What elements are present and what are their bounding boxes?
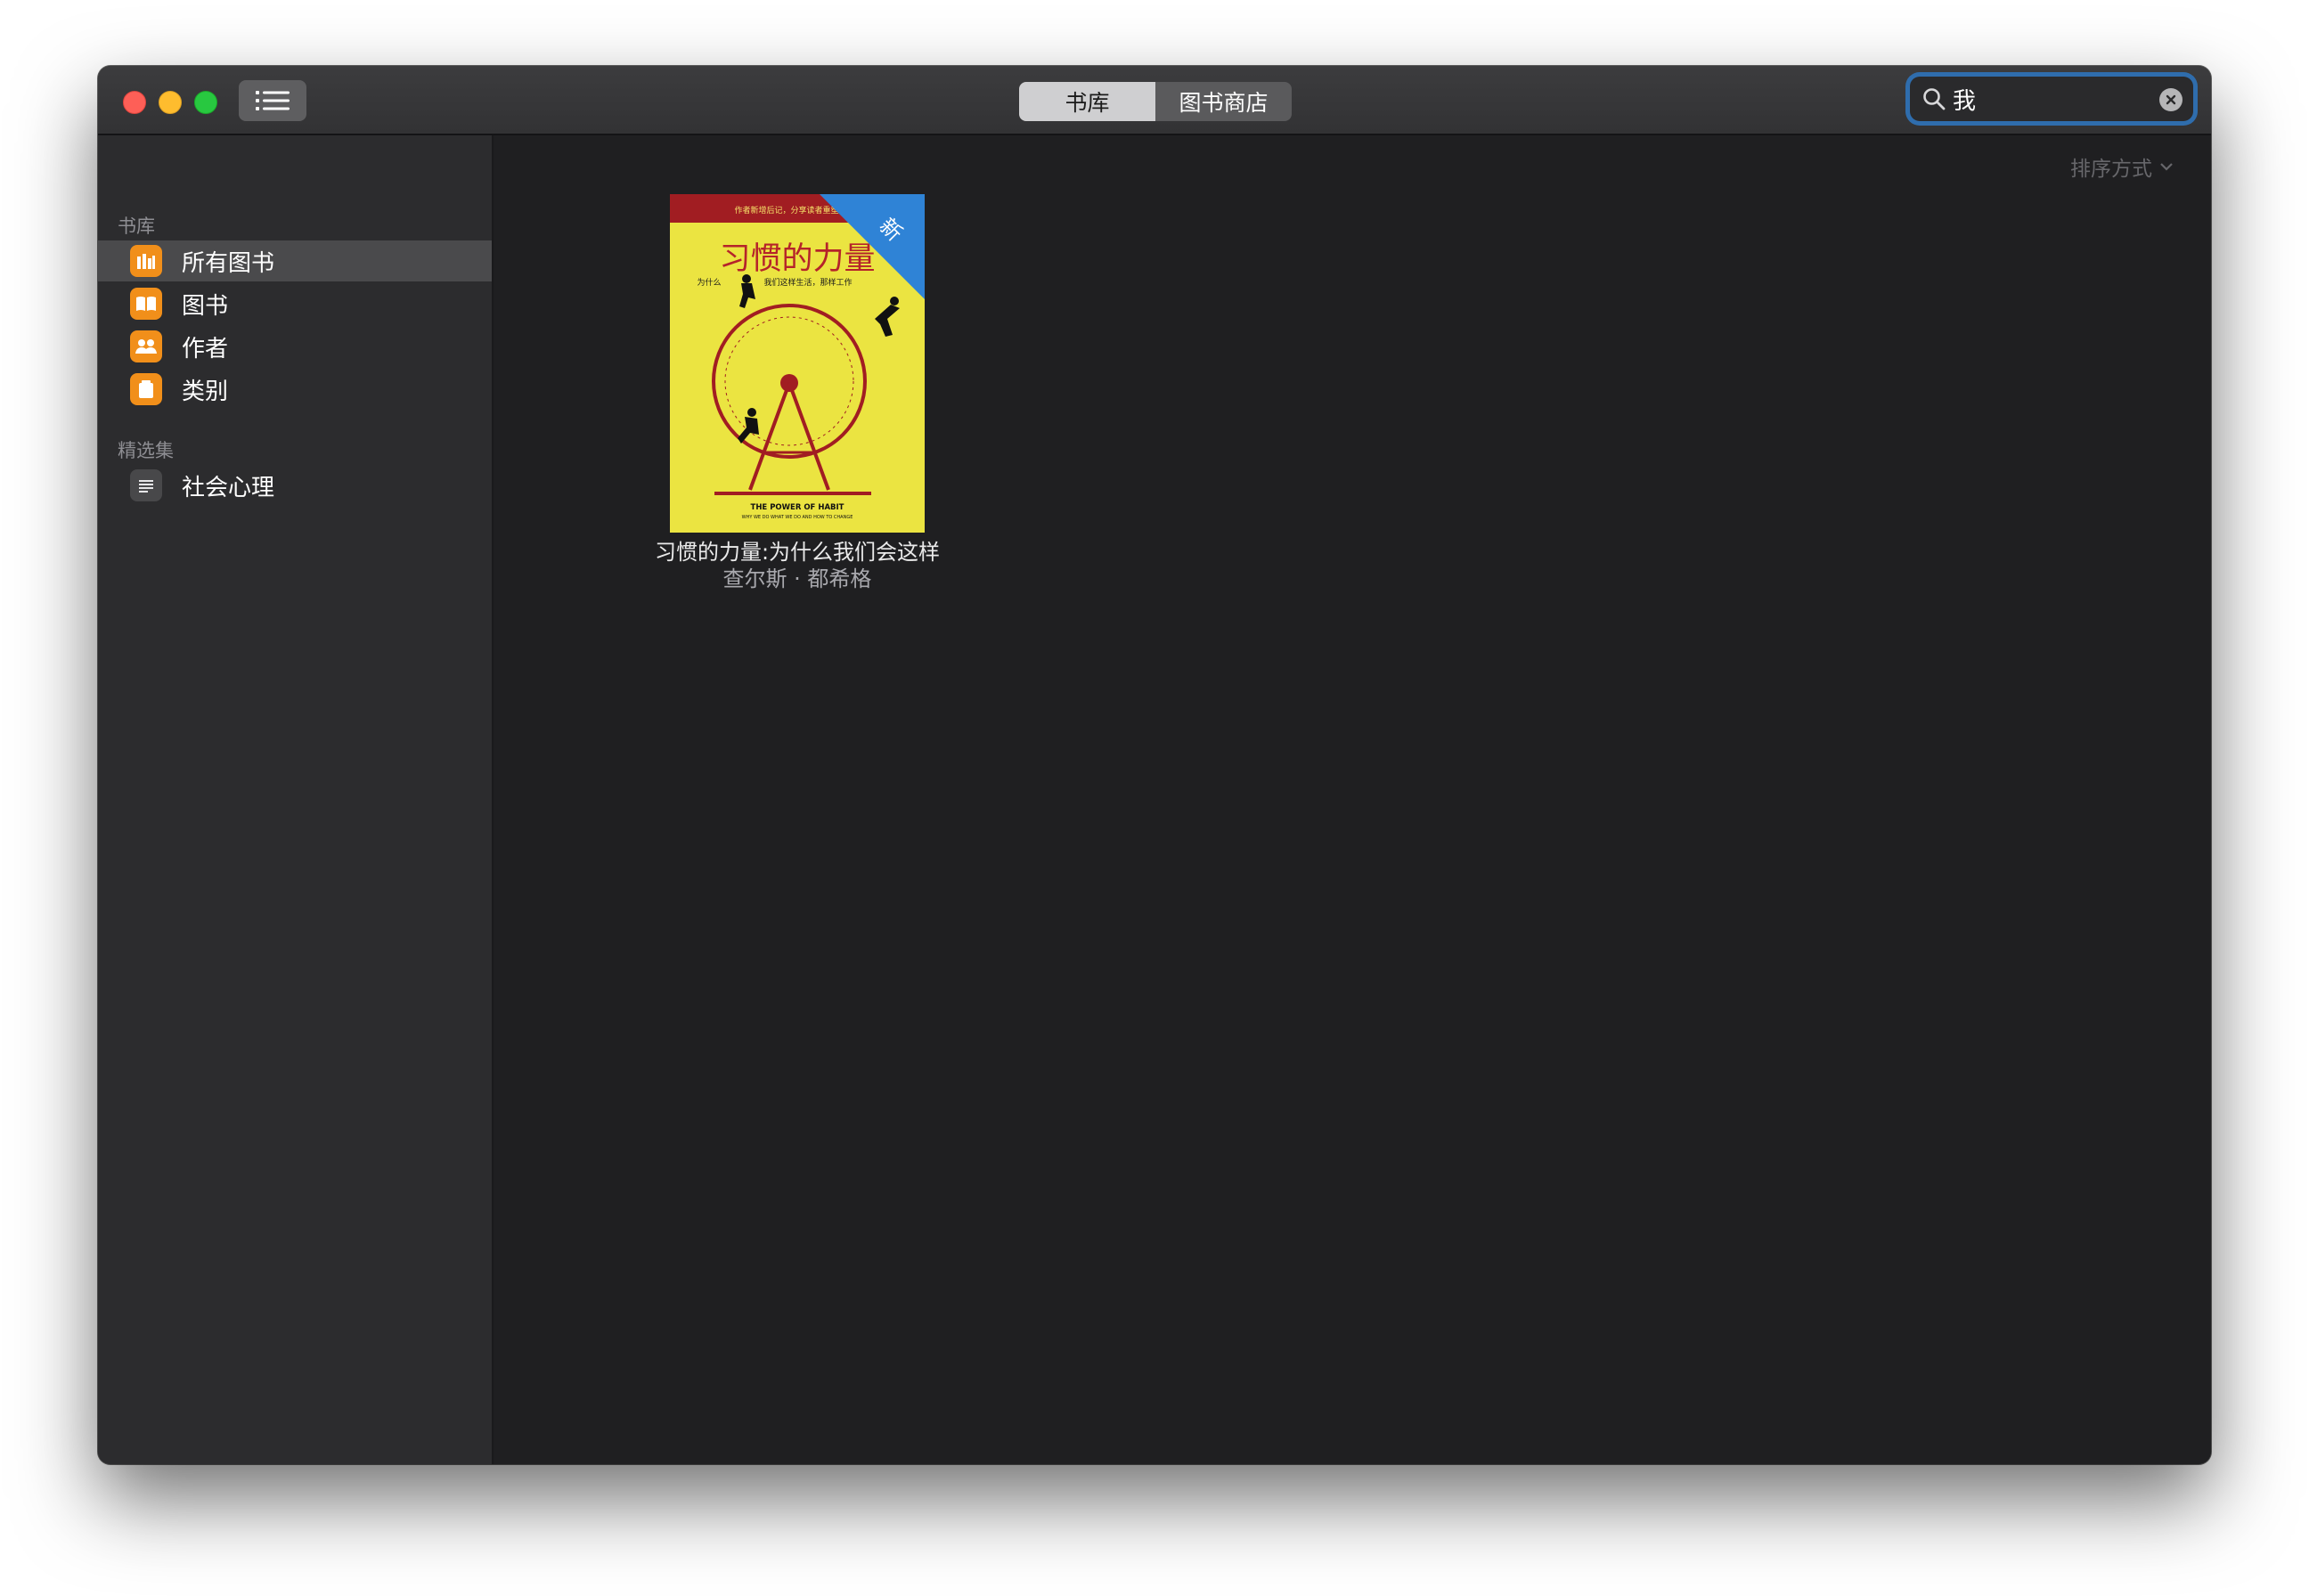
sidebar-toggle-button[interactable]	[239, 80, 306, 121]
tab-library[interactable]: 书库	[1019, 82, 1155, 121]
sort-menu[interactable]: 排序方式	[2070, 151, 2174, 182]
cover-title: 习惯的力量	[719, 241, 875, 277]
sidebar-item-books[interactable]: 图书	[98, 283, 492, 324]
close-window-button[interactable]	[123, 91, 146, 114]
category-box-icon	[130, 373, 162, 405]
collections-section-header: 精选集	[118, 440, 174, 461]
tab-book-store[interactable]: 图书商店	[1155, 82, 1292, 121]
book-cover-art: 作者新增后记，分享读者重塑习惯 习惯的力量 为什么 我们这样生活，那样工作 TH…	[670, 194, 925, 533]
title-bar: 书库 图书商店	[98, 66, 2211, 135]
sidebar: 书库 所有图书 图书 作者 类别 精选集 社会心理	[98, 135, 494, 1464]
list-icon	[130, 469, 162, 501]
list-icon	[256, 91, 290, 110]
sidebar-item-label: 所有图书	[182, 249, 275, 277]
sidebar-item-all-books[interactable]: 所有图书	[98, 240, 492, 281]
books-app-window: 书库 图书商店 书库	[98, 66, 2211, 1464]
cover-english-subtitle: WHY WE DO WHAT WE DO AND HOW TO CHANGE	[742, 515, 853, 520]
bar-chart-icon	[130, 245, 162, 277]
sidebar-item-authors[interactable]: 作者	[98, 326, 492, 367]
library-store-segmented-control: 书库 图书商店	[1019, 82, 1292, 121]
sidebar-item-label: 图书	[182, 292, 229, 320]
zoom-window-button[interactable]	[194, 91, 217, 114]
cover-subtitle-right: 我们这样生活，那样工作	[763, 277, 852, 288]
search-input[interactable]	[1953, 82, 2149, 116]
library-content: 排序方式 作者新增后记，分享读者重塑习惯 习惯的力量 为什么 我们这样生活，那样…	[494, 135, 2211, 1464]
sidebar-item-categories[interactable]: 类别	[98, 369, 492, 410]
sidebar-item-collection[interactable]: 社会心理	[98, 465, 492, 506]
sidebar-item-label: 作者	[182, 335, 229, 362]
library-section-header: 书库	[118, 216, 155, 237]
close-icon	[2166, 94, 2176, 105]
open-book-icon	[130, 288, 162, 320]
book-author[interactable]: 查尔斯 · 都希格	[552, 561, 1042, 592]
sidebar-item-label: 类别	[182, 378, 229, 405]
people-icon	[130, 330, 162, 362]
search-field	[1910, 77, 2193, 121]
cover-subtitle-left: 为什么	[697, 277, 721, 288]
book-cover[interactable]: 作者新增后记，分享读者重塑习惯 习惯的力量 为什么 我们这样生活，那样工作 TH…	[670, 194, 925, 533]
sidebar-item-label: 社会心理	[182, 474, 275, 501]
clear-search-button[interactable]	[2159, 88, 2183, 111]
minimize-window-button[interactable]	[159, 91, 182, 114]
cover-english-title: THE POWER OF HABIT	[751, 503, 844, 512]
search-icon	[1923, 88, 1946, 110]
sort-label: 排序方式	[2070, 158, 2152, 181]
chevron-down-icon	[2160, 163, 2173, 171]
